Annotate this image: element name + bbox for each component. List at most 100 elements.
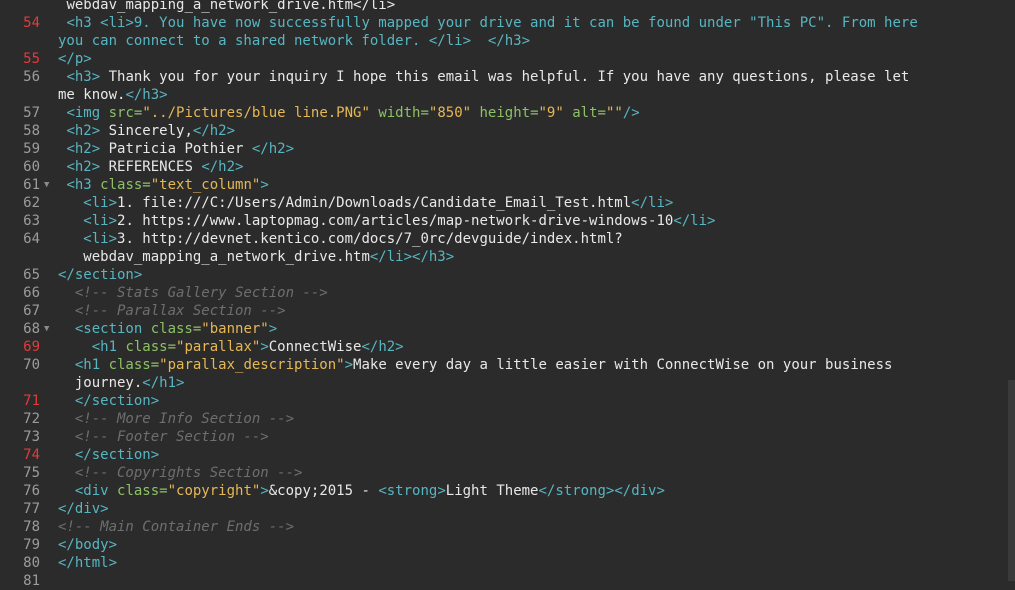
code-token: <!-- Main Container Ends --> [58, 519, 295, 535]
line-number: 77 [23, 501, 40, 517]
code-line: <!-- Parallax Section --> [58, 302, 1005, 320]
code-line: </section> [58, 392, 1005, 410]
code-token: ConnectWise [268, 339, 362, 355]
gutter-row: 71 [0, 392, 58, 410]
code-token: 1. file:///C:/Users/Admin/Downloads/Cand… [117, 195, 632, 211]
code-token: </body> [58, 537, 118, 553]
code-token: class= [117, 483, 168, 499]
code-token: > [260, 177, 269, 193]
line-number: 67 [23, 303, 40, 319]
code-line: <h3> Thank you for your inquiry I hope t… [58, 68, 1005, 86]
code-token: <!-- Parallax Section --> [74, 303, 286, 319]
line-number: 69 [23, 339, 40, 355]
code-token: "banner" [201, 321, 269, 337]
fold-triangle-icon[interactable]: ▼ [44, 320, 49, 338]
code-token: > [344, 357, 354, 373]
gutter-row: 62 [0, 194, 58, 212]
code-token: <div [74, 483, 118, 499]
code-token: journey. [74, 375, 143, 391]
code-token: class= [100, 177, 151, 193]
code-token: class= [125, 339, 177, 355]
code-line: </section> [58, 446, 1005, 464]
code-line: <div class="copyright">&copy;2015 - <str… [58, 482, 1005, 500]
line-number: 74 [23, 447, 40, 463]
code-token: "9" [538, 105, 564, 121]
code-token: alt= [563, 105, 606, 121]
code-token: "copyright" [167, 483, 261, 499]
code-token: </h2> [251, 141, 295, 157]
code-line: <!-- Copyrights Section --> [58, 464, 1005, 482]
code-token: </section> [74, 447, 160, 463]
line-number: 62 [23, 195, 40, 211]
code-token: <h2> [66, 141, 101, 157]
code-token: Thank you for your inquiry I hope this e… [100, 69, 910, 85]
code-line: <h1 class="parallax_description">Make ev… [58, 356, 1005, 374]
gutter-row: 74 [0, 446, 58, 464]
code-token: &copy;2015 - [268, 483, 379, 499]
line-number: 75 [23, 465, 40, 481]
code-line: <h2> REFERENCES </h2> [58, 158, 1005, 176]
code-token: "text_column" [150, 177, 261, 193]
line-number: 66 [23, 285, 40, 301]
code-line: webdav_mapping_a_network_drive.htm</li> [58, 0, 1005, 14]
gutter-row: 79 [0, 536, 58, 554]
gutter-row: 68 ▼ [0, 320, 58, 338]
code-line: <li>2. https://www.laptopmag.com/article… [58, 212, 1005, 230]
line-number: 70 [23, 357, 40, 373]
gutter-row [0, 248, 58, 266]
line-number: 60 [23, 159, 40, 175]
line-number: 80 [23, 555, 40, 571]
code-token: Patricia Pothier [100, 141, 252, 157]
code-token: width= [369, 105, 429, 121]
gutter-row: 81 [0, 572, 58, 590]
vertical-scrollbar[interactable] [1008, 380, 1015, 581]
gutter-row: 54 [0, 14, 58, 32]
code-token: Make every day a little easier with Conn… [353, 357, 893, 373]
code-token: <li> [83, 213, 118, 229]
code-token: </h2> [361, 339, 404, 355]
line-number: 71 [23, 393, 40, 409]
line-number: 61 [23, 177, 40, 193]
code-token: </li></h3> [369, 249, 455, 265]
line-number-gutter: 54 55 56 57 58 59 60 61 ▼ 62 63 64 65 66 67 68 ▼ 69 70 71 72… [0, 0, 58, 589]
code-area[interactable]: webdav_mapping_a_network_drive.htm</li> … [58, 0, 1005, 590]
gutter-row: 80 [0, 554, 58, 572]
code-line: <!-- Footer Section --> [58, 428, 1005, 446]
line-number: 72 [23, 411, 40, 427]
code-token: <!-- More Info Section --> [74, 411, 295, 427]
code-token: <h3> [66, 69, 101, 85]
code-token: </li> [673, 213, 716, 229]
gutter-row: 73 [0, 428, 58, 446]
code-line: <section class="banner"> [58, 320, 1005, 338]
code-token: <h2> [66, 159, 101, 175]
code-line: </p> [58, 50, 1005, 68]
code-token: src= [108, 105, 143, 121]
code-token: "" [605, 105, 623, 121]
code-token: <h1 [74, 357, 109, 373]
gutter-row: 66 [0, 284, 58, 302]
code-editor[interactable]: 54 55 56 57 58 59 60 61 ▼ 62 63 64 65 66 67 68 ▼ 69 70 71 72… [0, 0, 1015, 589]
code-token: Light Theme [445, 483, 539, 499]
line-number: 81 [23, 573, 40, 589]
gutter-row [0, 86, 58, 104]
line-number: 73 [23, 429, 40, 445]
code-token: </html> [58, 555, 118, 571]
code-token: > [268, 321, 278, 337]
code-token: </p> [58, 51, 92, 67]
fold-triangle-icon[interactable]: ▼ [44, 176, 49, 194]
gutter-row: 63 [0, 212, 58, 230]
gutter-row: 75 [0, 464, 58, 482]
code-token: </h1> [142, 375, 185, 391]
gutter-row: 69 [0, 338, 58, 356]
line-number: 54 [23, 15, 40, 31]
code-token: <li> [83, 195, 118, 211]
code-line: </section> [58, 266, 1005, 284]
code-token: me know. [58, 87, 126, 103]
code-token: </h2> [201, 159, 244, 175]
code-token: class= [150, 321, 202, 337]
code-token: <img [66, 105, 109, 121]
code-token: "../Pictures/blue line.PNG" [142, 105, 370, 121]
code-token: REFERENCES [100, 159, 202, 175]
gutter-row: 58 [0, 122, 58, 140]
code-line: <!-- Stats Gallery Section --> [58, 284, 1005, 302]
